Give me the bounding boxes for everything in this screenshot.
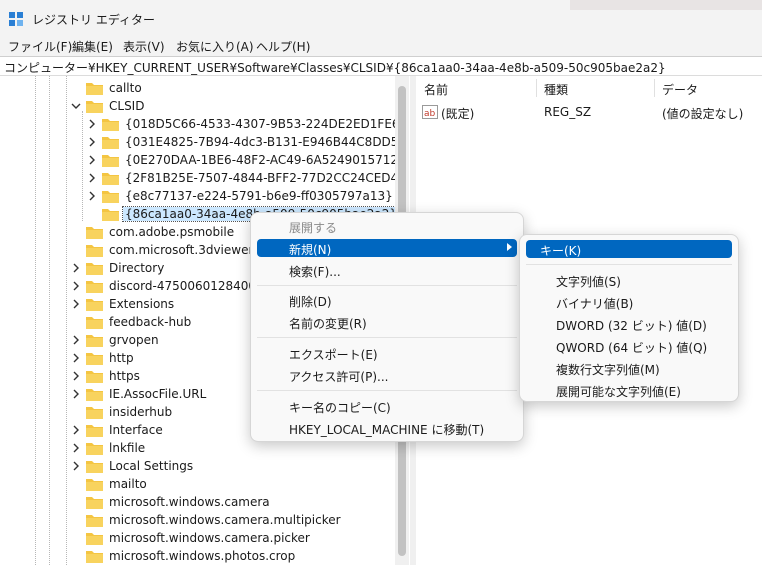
folder-icon bbox=[102, 209, 119, 221]
menu-bar: ファイル(F) 編集(E) 表示(V) お気に入り(A) ヘルプ(H) bbox=[0, 36, 762, 56]
context-menu: 展開する 新規(N) 検索(F)... 削除(D) 名前の変更(R) エクスポー… bbox=[250, 212, 524, 442]
address-bar[interactable]: コンピューター¥HKEY_CURRENT_USER¥Software¥Class… bbox=[0, 56, 762, 76]
submenu-item-dword-value[interactable]: DWORD (32 ビット) 値(D) bbox=[526, 315, 732, 333]
folder-icon bbox=[86, 245, 103, 257]
value-data: (値の設定なし) bbox=[662, 107, 744, 121]
window-title: レジストリ エディター bbox=[32, 13, 155, 27]
folder-icon bbox=[86, 227, 103, 239]
column-type[interactable]: 種類 bbox=[544, 81, 568, 98]
chevron-right-icon[interactable] bbox=[86, 172, 98, 184]
menu-item-find[interactable]: 検索(F)... bbox=[257, 261, 517, 279]
folder-icon bbox=[102, 137, 119, 149]
value-row[interactable]: ab (既定) REG_SZ (値の設定なし) bbox=[416, 102, 762, 122]
folder-icon bbox=[86, 353, 103, 365]
folder-icon bbox=[102, 191, 119, 203]
submenu-item-expandable-string-value[interactable]: 展開可能な文字列値(E) bbox=[526, 381, 732, 399]
background-window-strip bbox=[570, 0, 762, 10]
folder-icon bbox=[86, 443, 103, 455]
menu-item-delete[interactable]: 削除(D) bbox=[257, 291, 517, 309]
folder-icon bbox=[102, 155, 119, 167]
menu-item-copy-key-name[interactable]: キー名のコピー(C) bbox=[257, 397, 517, 415]
menu-item-export[interactable]: エクスポート(E) bbox=[257, 344, 517, 362]
chevron-right-icon[interactable] bbox=[86, 190, 98, 202]
column-data[interactable]: データ bbox=[662, 81, 698, 98]
menu-view[interactable]: 表示(V) bbox=[123, 38, 165, 55]
folder-icon bbox=[86, 389, 103, 401]
folder-icon bbox=[86, 425, 103, 437]
submenu-item-key[interactable]: キー(K) bbox=[526, 240, 732, 258]
folder-icon bbox=[86, 83, 103, 95]
folder-icon bbox=[86, 371, 103, 383]
chevron-down-icon[interactable] bbox=[70, 100, 82, 112]
menu-item-rename[interactable]: 名前の変更(R) bbox=[257, 313, 517, 331]
chevron-right-icon[interactable] bbox=[86, 118, 98, 130]
chevron-right-icon[interactable] bbox=[70, 424, 82, 436]
chevron-right-icon[interactable] bbox=[86, 154, 98, 166]
submenu-item-string-value[interactable]: 文字列値(S) bbox=[526, 271, 732, 289]
chevron-right-icon[interactable] bbox=[70, 352, 82, 364]
chevron-right-icon[interactable] bbox=[70, 334, 82, 346]
chevron-right-icon[interactable] bbox=[70, 442, 82, 454]
submenu-item-multi-string-value[interactable]: 複数行文字列値(M) bbox=[526, 359, 732, 377]
folder-icon bbox=[86, 479, 103, 491]
folder-icon bbox=[86, 281, 103, 293]
new-submenu: キー(K) 文字列値(S) バイナリ値(B) DWORD (32 ビット) 値(… bbox=[519, 234, 739, 402]
submenu-arrow-icon bbox=[507, 243, 512, 251]
folder-icon bbox=[86, 551, 103, 563]
folder-icon bbox=[86, 101, 103, 113]
menu-help[interactable]: ヘルプ(H) bbox=[256, 38, 310, 55]
folder-icon bbox=[86, 299, 103, 311]
folder-icon bbox=[86, 461, 103, 473]
folder-icon bbox=[102, 119, 119, 131]
menu-favorites[interactable]: お気に入り(A) bbox=[176, 38, 254, 55]
folder-icon bbox=[86, 515, 103, 527]
menu-item-expand[interactable]: 展開する bbox=[257, 217, 517, 235]
svg-text:ab: ab bbox=[424, 109, 436, 119]
folder-icon bbox=[102, 173, 119, 185]
string-value-icon: ab bbox=[422, 105, 438, 119]
chevron-right-icon[interactable] bbox=[70, 298, 82, 310]
address-path[interactable]: コンピューター¥HKEY_CURRENT_USER¥Software¥Class… bbox=[4, 59, 666, 76]
chevron-right-icon[interactable] bbox=[70, 388, 82, 400]
folder-icon bbox=[86, 533, 103, 545]
chevron-right-icon[interactable] bbox=[70, 262, 82, 274]
folder-icon bbox=[86, 335, 103, 347]
folder-icon bbox=[86, 317, 103, 329]
folder-icon bbox=[86, 407, 103, 419]
submenu-item-qword-value[interactable]: QWORD (64 ビット) 値(Q) bbox=[526, 337, 732, 355]
chevron-right-icon[interactable] bbox=[70, 370, 82, 382]
column-name[interactable]: 名前 bbox=[424, 81, 448, 98]
menu-item-goto-hklm[interactable]: HKEY_LOCAL_MACHINE に移動(T) bbox=[257, 419, 517, 437]
menu-edit[interactable]: 編集(E) bbox=[72, 38, 113, 55]
submenu-item-binary-value[interactable]: バイナリ値(B) bbox=[526, 293, 732, 311]
value-type: REG_SZ bbox=[544, 105, 592, 119]
menu-item-permissions[interactable]: アクセス許可(P)... bbox=[257, 366, 517, 384]
chevron-right-icon[interactable] bbox=[86, 136, 98, 148]
folder-icon bbox=[86, 263, 103, 275]
menu-file[interactable]: ファイル(F) bbox=[8, 38, 72, 55]
value-name: (既定) bbox=[441, 107, 475, 121]
menu-item-new[interactable]: 新規(N) bbox=[257, 239, 517, 257]
chevron-right-icon[interactable] bbox=[70, 460, 82, 472]
chevron-right-icon[interactable] bbox=[70, 280, 82, 292]
registry-editor-icon bbox=[9, 12, 23, 26]
folder-icon bbox=[86, 497, 103, 509]
